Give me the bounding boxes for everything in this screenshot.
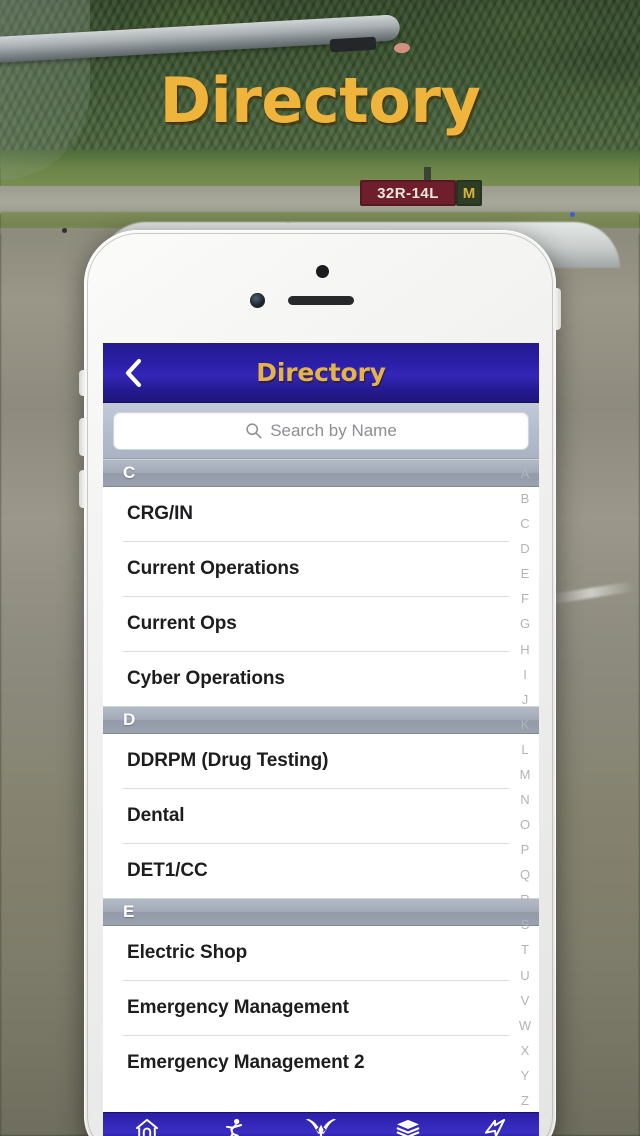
volume-up-button[interactable] [79,418,85,456]
az-letter[interactable]: S [521,918,530,931]
list-item[interactable]: Emergency Management 2 [103,1036,539,1090]
az-letter[interactable]: V [521,994,530,1007]
list-item-label: Cyber Operations [127,668,285,689]
earpiece-speaker-icon [288,296,354,305]
section-header-c: C [103,459,539,487]
front-camera-icon [250,293,265,308]
list-item-label: Emergency Management 2 [127,1052,365,1073]
chevron-left-icon [125,358,142,388]
list-item[interactable]: DET1/CC [103,844,539,898]
search-input[interactable]: Search by Name [113,411,529,450]
az-letter[interactable]: U [520,969,529,982]
az-letter[interactable]: L [521,743,528,756]
list-item[interactable]: CRG/IN [103,487,539,541]
runner-icon [223,1117,245,1136]
search-icon [246,423,262,439]
az-letter[interactable]: X [521,1044,530,1057]
list-item-label: Electric Shop [127,942,248,963]
list-item-label: Current Ops [127,613,237,634]
az-letter[interactable]: R [520,893,529,906]
home-icon [135,1117,159,1136]
air-force-wings-icon [304,1117,338,1136]
az-letter[interactable]: T [521,943,529,956]
tab-knowledge[interactable]: KNOWLEDGE [365,1113,452,1136]
az-letter[interactable]: Z [521,1094,529,1107]
section-header-d: D [103,706,539,734]
alphabet-index[interactable]: A B C D E F G H I J K L M N O P Q R S T [514,467,536,1107]
runway-light-blue [570,212,575,217]
proximity-sensor-icon [316,265,329,278]
list-item[interactable]: Electric Shop [103,926,539,980]
grass-strip-far [0,150,640,190]
runway-far [0,186,640,214]
navbar-title: Directory [256,358,386,387]
tab-home[interactable]: HOME [103,1113,190,1136]
phone-screen: Directory Search by Name C CRG/IN Curren… [103,343,539,1136]
tab-share[interactable]: SHARE [452,1113,539,1136]
silent-switch-button[interactable] [79,370,85,396]
az-letter[interactable]: K [521,718,530,731]
runway-light [62,228,67,233]
az-letter[interactable]: D [520,542,529,555]
list-item-label: Current Operations [127,558,300,579]
directory-list[interactable]: C CRG/IN Current Operations Current Ops … [103,459,539,1112]
section-letter: D [123,710,136,729]
az-letter[interactable]: I [523,668,527,681]
az-letter[interactable]: B [521,492,530,505]
tab-pft-calc[interactable]: PFT CALC [190,1113,277,1136]
search-bar-container: Search by Name [103,403,539,459]
az-letter[interactable]: P [521,843,530,856]
bottom-tab-bar: HOME PFT CALC [103,1112,539,1136]
list-item-label: CRG/IN [127,503,193,524]
az-letter[interactable]: C [520,517,529,530]
section-letter: C [123,463,136,482]
wing-tip-black [329,36,377,53]
list-item-label: Emergency Management [127,997,349,1018]
list-item[interactable]: Emergency Management [103,981,539,1035]
books-icon [395,1117,421,1136]
az-letter[interactable]: Y [521,1069,530,1082]
az-letter[interactable]: J [522,693,529,706]
az-letter[interactable]: E [521,567,530,580]
app-navbar: Directory [103,343,539,403]
az-letter[interactable]: O [520,818,530,831]
list-item[interactable]: DDRPM (Drug Testing) [103,734,539,788]
list-item[interactable]: Current Operations [103,542,539,596]
volume-down-button[interactable] [79,470,85,508]
section-letter: E [123,902,135,921]
tab-drill[interactable]: DRILL [277,1113,364,1136]
runway-sign: 32R-14L [360,180,456,206]
az-letter[interactable]: M [520,768,531,781]
share-arrow-icon [483,1117,507,1136]
list-item[interactable]: Current Ops [103,597,539,651]
az-letter[interactable]: A [521,467,530,480]
list-item[interactable]: Cyber Operations [103,652,539,706]
hero-title: Directory [159,64,481,137]
az-letter[interactable]: H [520,643,529,656]
back-button[interactable] [115,355,151,391]
az-letter[interactable]: N [520,793,529,806]
phone-mockup: Directory Search by Name C CRG/IN Curren… [79,230,561,1136]
az-letter[interactable]: F [521,592,529,605]
az-letter[interactable]: W [519,1019,531,1032]
search-placeholder-text: Search by Name [270,420,397,440]
section-header-e: E [103,898,539,926]
power-button[interactable] [555,288,561,330]
list-item-label: DDRPM (Drug Testing) [127,750,329,771]
list-item-label: Dental [127,805,185,826]
list-item[interactable]: Dental [103,789,539,843]
az-letter[interactable]: G [520,617,530,630]
list-item-label: DET1/CC [127,860,208,881]
runway-sign-marker: M [456,180,482,206]
az-letter[interactable]: Q [520,868,530,881]
